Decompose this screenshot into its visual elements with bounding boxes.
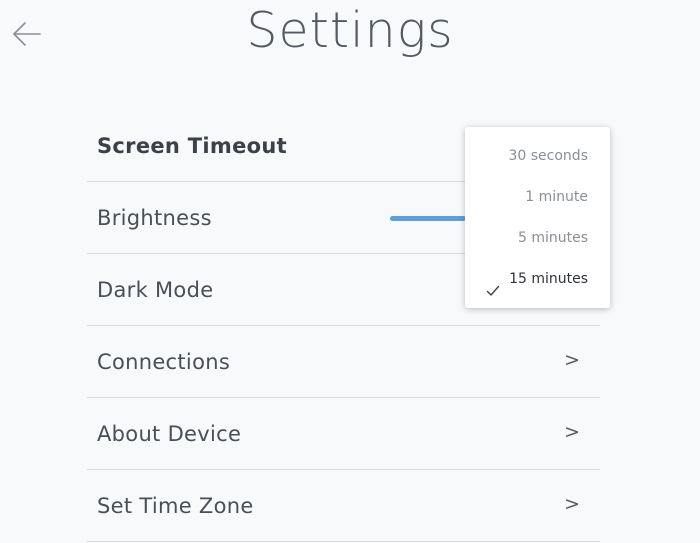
chevron-right-icon[interactable]: > bbox=[564, 493, 580, 515]
brightness-slider[interactable] bbox=[390, 216, 466, 221]
chevron-right-icon[interactable]: > bbox=[564, 421, 580, 443]
row-label: Connections bbox=[97, 349, 231, 374]
timeout-option-5-minutes[interactable]: 5 minutes bbox=[465, 218, 610, 259]
settings-row-set-time-zone[interactable]: Set Time Zone > bbox=[87, 470, 600, 542]
timeout-option-30-seconds[interactable]: 30 seconds bbox=[465, 136, 610, 177]
settings-screen: Settings Screen Timeout Brightness Dark … bbox=[0, 0, 700, 543]
settings-row-about-device[interactable]: About Device > bbox=[87, 398, 600, 470]
page-title: Settings bbox=[246, 2, 454, 59]
checkmark-icon bbox=[486, 273, 500, 296]
option-label: 15 minutes bbox=[509, 271, 588, 287]
row-label: Set Time Zone bbox=[97, 493, 254, 518]
chevron-right-icon[interactable]: > bbox=[564, 349, 580, 371]
settings-row-connections[interactable]: Connections > bbox=[87, 326, 600, 398]
row-label: About Device bbox=[97, 421, 242, 446]
row-label: Brightness bbox=[97, 205, 212, 230]
screen-timeout-dropdown: 30 seconds 1 minute 5 minutes 15 minutes bbox=[465, 127, 610, 308]
timeout-option-1-minute[interactable]: 1 minute bbox=[465, 177, 610, 218]
row-label: Screen Timeout bbox=[97, 133, 287, 158]
timeout-option-15-minutes[interactable]: 15 minutes bbox=[465, 259, 610, 300]
row-label: Dark Mode bbox=[97, 277, 214, 302]
